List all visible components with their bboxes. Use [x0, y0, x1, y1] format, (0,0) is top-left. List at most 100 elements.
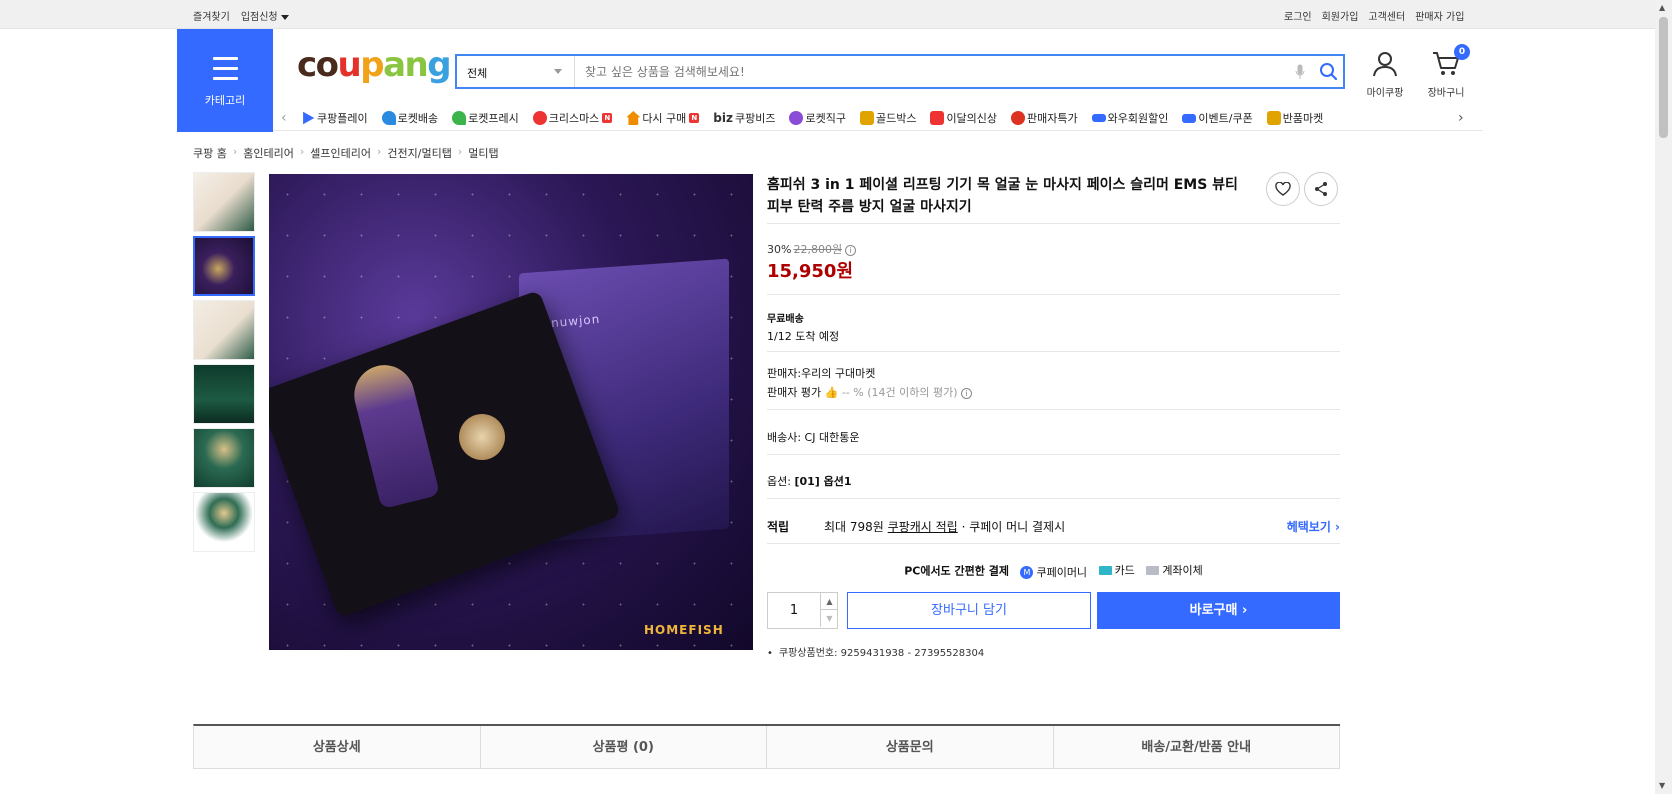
breadcrumb-item[interactable]: 홈인테리어: [243, 145, 294, 161]
mycoupang-button[interactable]: 마이쿠팡: [1363, 50, 1407, 99]
info-icon[interactable]: i: [961, 388, 972, 399]
nav-item-label: 로켓프레시: [468, 112, 519, 125]
breadcrumb-item[interactable]: 쿠팡 홈: [193, 145, 227, 161]
nav-item[interactable]: 이벤트/쿠폰: [1182, 110, 1253, 126]
product-thumbnail[interactable]: [193, 364, 255, 424]
product-detail-tabs: 상품상세 상품평 (0) 상품문의 배송/교환/반품 안내: [193, 724, 1340, 769]
quick-nav-items: 쿠팡플레이 로켓배송 로켓프레시 크리스마스 N 다시 구매 N biz 쿠팡비즈 로…: [301, 110, 1323, 126]
seller-rating: 판매자 평가 👍 -- % (14건 이하의 평가) i: [767, 384, 972, 400]
microphone-icon[interactable]: [1295, 64, 1305, 83]
nav-item[interactable]: 판매자특가: [1011, 110, 1078, 126]
info-icon[interactable]: i: [845, 245, 857, 256]
seller-name[interactable]: 판매자:우리의 구대마켓: [767, 365, 875, 381]
search-input[interactable]: [585, 61, 1245, 83]
nav-item-label: 와우회원할인: [1107, 112, 1169, 125]
share-button[interactable]: [1304, 172, 1338, 206]
favorite-button[interactable]: [1266, 172, 1300, 206]
nav-next-icon[interactable]: ›: [1458, 110, 1464, 126]
search-category-select[interactable]: 전체: [457, 56, 575, 87]
add-to-cart-button[interactable]: 장바구니 담기: [847, 592, 1091, 629]
page-scrollbar[interactable]: ▲ ▼: [1655, 0, 1672, 794]
payment-method-label: 계좌이체: [1162, 564, 1203, 577]
nav-item[interactable]: 다시 구매 N: [626, 110, 700, 126]
breadcrumb-item[interactable]: 건전지/멀티탭: [387, 145, 451, 161]
carrier: 배송사: CJ 대한통운: [767, 431, 860, 444]
buy-now-button[interactable]: 바로구매 ›: [1097, 592, 1340, 629]
nav-item-label: 쿠팡플레이: [317, 112, 368, 125]
benefits-link[interactable]: 헤택보기 ›: [1287, 518, 1340, 535]
coupay-icon: M: [1020, 565, 1034, 579]
customer-center-link[interactable]: 고객센터: [1368, 8, 1405, 23]
coupang-cash-link[interactable]: 쿠팡캐시 적립: [888, 520, 958, 534]
nav-item[interactable]: 골드박스: [859, 110, 917, 126]
nav-item-label: 반품마켓: [1282, 112, 1324, 125]
reward-value: 최대 798원 쿠팡캐시 적립 · 쿠페이 머니 결제시: [824, 518, 1065, 535]
nav-item[interactable]: 쿠팡플레이: [301, 110, 368, 126]
product-thumbnail[interactable]: [193, 300, 255, 360]
thumbnail-list: [193, 172, 255, 556]
payment-note: PC에서도 간편한 결제 M 쿠페이머니 카드 계좌이체: [767, 562, 1340, 580]
product-thumbnail[interactable]: [193, 172, 255, 232]
cart-label: 장바구니: [1427, 88, 1465, 99]
category-menu-button[interactable]: 카테고리: [177, 29, 273, 132]
discount-rate: 30%: [767, 243, 792, 256]
nav-item-label: 로켓직구: [805, 112, 846, 125]
nav-prev-icon[interactable]: ‹: [281, 110, 287, 126]
quantity-decrease-icon[interactable]: ▼: [820, 610, 838, 627]
quantity-stepper: 1 ▲ ▼: [767, 592, 838, 629]
breadcrumb-item[interactable]: 멀티탭: [468, 145, 498, 161]
bookmark-link[interactable]: 즐겨찾기: [193, 8, 230, 23]
return-market-icon: [1266, 111, 1281, 125]
search-icon[interactable]: [1319, 62, 1338, 84]
bank-transfer-icon: [1146, 565, 1160, 575]
nav-item-label: 골드박스: [875, 112, 917, 125]
quantity-increase-icon[interactable]: ▲: [820, 593, 838, 610]
hamburger-icon: [213, 57, 238, 87]
seller-signup-link[interactable]: 판매자 가입: [1415, 8, 1464, 23]
tab-product-detail[interactable]: 상품상세: [194, 726, 481, 769]
login-link[interactable]: 로그인: [1284, 8, 1312, 23]
nav-item[interactable]: 와우회원할인: [1091, 110, 1169, 126]
product-thumbnail[interactable]: [193, 428, 255, 488]
tab-inquiries[interactable]: 상품문의: [767, 726, 1054, 769]
santa-icon: [532, 111, 547, 125]
rocket-fresh-icon: [452, 111, 467, 125]
coupang-logo[interactable]: coupang: [297, 45, 452, 85]
breadcrumb-item[interactable]: 셀프인테리어: [310, 145, 371, 161]
nav-item[interactable]: 로켓배송: [381, 110, 438, 126]
original-price: 22,800원: [793, 243, 843, 256]
logo-part: p: [360, 45, 384, 85]
divider: [767, 498, 1340, 499]
product-thumbnail[interactable]: [193, 492, 255, 552]
cart-button[interactable]: 0 장바구니: [1424, 44, 1470, 99]
chevron-right-icon: ›: [377, 145, 382, 158]
nav-item[interactable]: 로켓직구: [789, 110, 846, 126]
search-bar: 전체: [455, 54, 1345, 89]
coupon-icon: [1182, 113, 1197, 123]
scroll-up-icon[interactable]: ▲: [1659, 3, 1665, 12]
product-thumbnail-selected[interactable]: [193, 236, 255, 296]
vendor-apply-label: 입점신청: [240, 12, 278, 23]
vendor-apply-link[interactable]: 입점신청: [241, 8, 289, 23]
signup-link[interactable]: 회원가입: [1322, 8, 1359, 23]
share-icon: [1315, 182, 1327, 196]
nav-item[interactable]: biz 쿠팡비즈: [713, 110, 775, 126]
quick-nav-bar: ‹ 쿠팡플레이 로켓배송 로켓프레시 크리스마스 N 다시 구매 N biz 쿠팡비즈…: [273, 103, 1483, 131]
quantity-input[interactable]: 1: [768, 593, 820, 628]
payment-method: 카드: [1098, 562, 1135, 578]
payment-method-label: 쿠페이머니: [1036, 566, 1088, 579]
scroll-down-icon[interactable]: ▼: [1659, 781, 1665, 790]
nav-item[interactable]: 반품마켓: [1266, 110, 1324, 126]
tab-reviews[interactable]: 상품평 (0): [480, 726, 767, 769]
new-badge: N: [602, 113, 613, 123]
tab-shipping-returns[interactable]: 배송/교환/반품 안내: [1053, 726, 1340, 769]
top-utility-bar: 즐겨찾기 입점신청 로그인 회원가입 고객센터 판매자 가입: [0, 0, 1655, 29]
logo-part: co: [297, 45, 339, 85]
nav-item[interactable]: 크리스마스 N: [532, 110, 613, 126]
nav-item[interactable]: 이달의신상: [930, 110, 997, 126]
arrival-date: 1/12 도착 예정: [767, 330, 840, 343]
scrollbar-thumb[interactable]: [1659, 17, 1668, 138]
divider: [767, 294, 1340, 295]
nav-item[interactable]: 로켓프레시: [452, 110, 519, 126]
caret-down-icon: [280, 14, 289, 20]
